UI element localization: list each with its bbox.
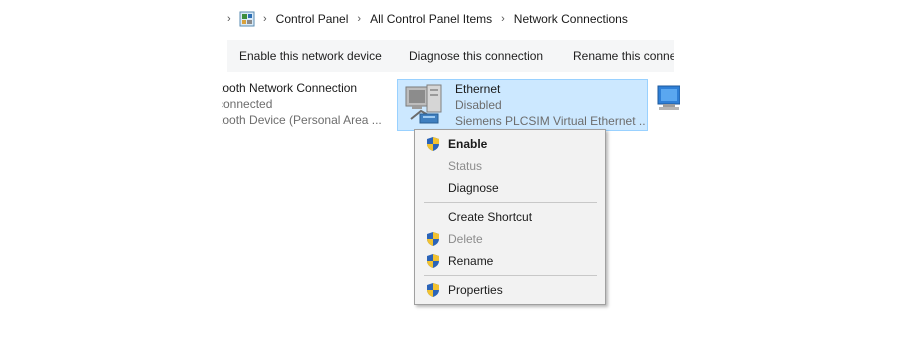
breadcrumb-all-control-panel-items[interactable]: All Control Panel Items: [370, 12, 492, 26]
breadcrumb: › Control Panel › All Control Panel Item…: [261, 12, 635, 26]
chevron-right-icon[interactable]: ›: [357, 13, 361, 25]
network-adapter-icon[interactable]: [655, 83, 680, 115]
menu-item-delete[interactable]: Delete: [415, 228, 605, 250]
control-panel-icon: [239, 11, 255, 27]
breadcrumb-network-connections[interactable]: Network Connections: [514, 12, 628, 26]
menu-item-label: Rename: [448, 254, 494, 268]
menu-item-properties[interactable]: Properties: [415, 279, 605, 301]
chevron-right-icon[interactable]: ›: [227, 13, 231, 25]
rename-connection-button[interactable]: Rename this conne: [573, 49, 674, 63]
connection-status: Disabled: [455, 98, 502, 112]
menu-item-enable[interactable]: Enable: [415, 133, 605, 155]
uac-shield-icon: [427, 254, 439, 268]
connection-name: Bluetooth Network Connection: [222, 81, 358, 95]
menu-item-label: Status: [448, 159, 483, 173]
context-menu: Enable Status Diagnose Create Shortcut D…: [414, 129, 606, 305]
bluetooth-connection-item[interactable]: Bluetooth Network Connection Not connect…: [222, 80, 390, 128]
network-adapter-icon: [405, 84, 442, 124]
breadcrumb-control-panel[interactable]: Control Panel: [276, 12, 349, 26]
menu-item-label: Create Shortcut: [448, 210, 533, 224]
ethernet-connection-text: Ethernet Disabled Siemens PLCSIM Virtual…: [455, 81, 645, 129]
menu-item-label: Enable: [448, 137, 488, 151]
menu-item-create-shortcut[interactable]: Create Shortcut: [415, 206, 605, 228]
menu-separator: [424, 275, 597, 276]
address-bar[interactable]: › › Control Panel › All Control Panel It…: [227, 5, 674, 34]
chevron-right-icon: ›: [263, 13, 267, 25]
connection-name: Ethernet: [455, 82, 501, 96]
command-toolbar: Enable this network device Diagnose this…: [227, 40, 674, 72]
chevron-right-icon[interactable]: ›: [501, 13, 505, 25]
menu-item-label: Diagnose: [448, 181, 499, 195]
uac-shield-icon: [427, 137, 439, 151]
menu-item-label: Properties: [448, 283, 503, 297]
connection-status: Not connected: [222, 97, 273, 111]
menu-item-label: Delete: [448, 232, 483, 246]
connection-device: Bluetooth Device (Personal Area ...: [222, 113, 382, 127]
uac-shield-icon: [427, 283, 439, 297]
menu-item-diagnose[interactable]: Diagnose: [415, 177, 605, 199]
menu-separator: [424, 202, 597, 203]
connection-device: Siemens PLCSIM Virtual Ethernet ...: [455, 114, 645, 128]
menu-item-rename[interactable]: Rename: [415, 250, 605, 272]
menu-item-status[interactable]: Status: [415, 155, 605, 177]
enable-device-button[interactable]: Enable this network device: [239, 49, 382, 63]
diagnose-connection-button[interactable]: Diagnose this connection: [409, 49, 543, 63]
uac-shield-icon: [427, 232, 439, 246]
